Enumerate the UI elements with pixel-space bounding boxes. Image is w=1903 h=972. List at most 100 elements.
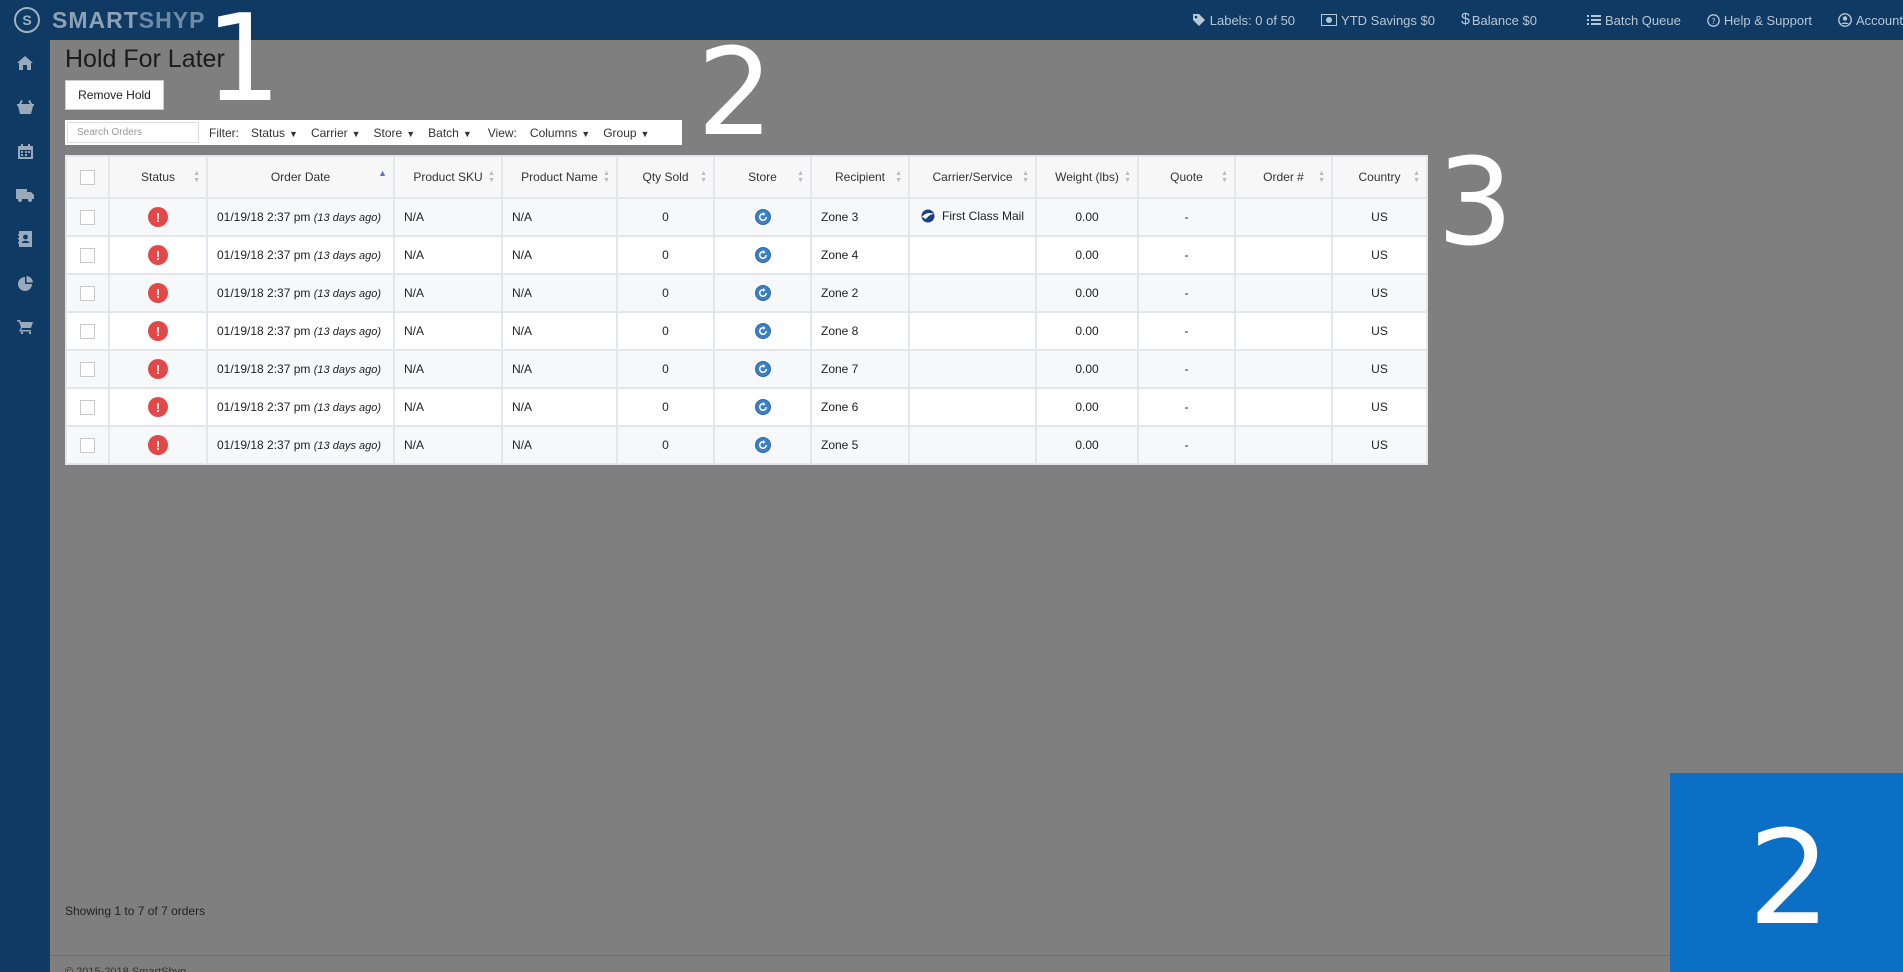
store-cell [713,387,812,427]
select-all-checkbox[interactable] [80,169,95,185]
product-sku-cell: N/A [393,273,503,313]
weight-cell: 0.00 [1035,311,1139,351]
nav-contacts[interactable] [0,217,50,261]
row-checkbox[interactable] [80,209,95,225]
table-row[interactable]: ! 01/19/18 2:37 pm (13 days ago) N/A N/A… [65,387,1428,427]
col-header[interactable]: Weight (lbs) ▲ ▼ [1035,155,1139,199]
row-checkbox[interactable] [80,399,95,415]
col-header[interactable]: Quote ▲ ▼ [1137,155,1236,199]
nav-hold[interactable] [0,129,50,173]
quote-cell: - [1137,387,1236,427]
row-select-cell [65,197,110,237]
view-group-dropdown[interactable]: Group ▼ [603,126,649,140]
recipient-cell: Zone 8 [810,311,910,351]
search-orders-input[interactable] [67,122,199,143]
user-circle-icon [1838,13,1852,27]
nav-shipments[interactable] [0,173,50,217]
table-row[interactable]: ! 01/19/18 2:37 pm (13 days ago) N/A N/A… [65,235,1428,275]
col-header[interactable]: Product Name ▲ ▼ [501,155,618,199]
sort-icon: ▲ ▼ [895,170,902,184]
store-cell [713,425,812,465]
country-cell: US [1331,235,1428,275]
help-support-link[interactable]: ? Help & Support [1706,13,1812,28]
status-cell: ! [108,235,208,275]
store-sync-icon [754,437,771,453]
app-logo[interactable]: S SMARTSHYP [14,6,205,34]
store-sync-icon [754,247,771,263]
recipient-cell: Zone 3 [810,197,910,237]
filter-store-dropdown[interactable]: Store ▼ [374,126,416,140]
batch-queue-link[interactable]: Batch Queue [1586,13,1681,28]
store-sync-icon [754,361,771,377]
carrier-service-cell [908,425,1037,465]
nav-reports[interactable] [0,261,50,305]
row-checkbox[interactable] [80,247,95,263]
filter-batch-dropdown[interactable]: Batch ▼ [428,126,472,140]
row-select-cell [65,349,110,389]
col-header[interactable]: Recipient ▲ ▼ [810,155,910,199]
remove-hold-button[interactable]: Remove Hold [65,80,164,110]
error-icon[interactable]: ! [148,207,168,227]
col-header[interactable]: Status ▲ ▼ [108,155,208,199]
order-date-cell: 01/19/18 2:37 pm (13 days ago) [206,197,395,237]
col-header[interactable]: Order # ▲ ▼ [1234,155,1333,199]
caret-down-icon: ▼ [406,128,416,139]
country-cell: US [1331,197,1428,237]
truck-icon [16,188,34,202]
product-sku-cell: N/A [393,387,503,427]
col-header[interactable]: Product SKU ▲ ▼ [393,155,503,199]
labels-link[interactable]: Labels: 0 of 50 [1192,13,1295,28]
table-row[interactable]: ! 01/19/18 2:37 pm (13 days ago) N/A N/A… [65,311,1428,351]
calendar-icon [17,143,33,159]
side-nav [0,40,50,972]
sort-icon: ▲ ▼ [488,170,495,184]
recipient-cell: Zone 6 [810,387,910,427]
table-row[interactable]: ! 01/19/18 2:37 pm (13 days ago) N/A N/A… [65,273,1428,313]
overlay-box-number: 2 [1748,802,1831,954]
order-number-cell [1234,311,1333,351]
caret-down-icon: ▼ [351,128,361,139]
table-row[interactable]: ! 01/19/18 2:37 pm (13 days ago) N/A N/A… [65,425,1428,465]
status-cell: ! [108,197,208,237]
error-icon[interactable]: ! [148,245,168,265]
order-number-cell [1234,273,1333,313]
error-icon[interactable]: ! [148,397,168,417]
caret-down-icon: ▼ [462,128,472,139]
table-row[interactable]: ! 01/19/18 2:37 pm (13 days ago) N/A N/A… [65,349,1428,389]
weight-cell: 0.00 [1035,387,1139,427]
nav-store[interactable] [0,305,50,349]
error-icon[interactable]: ! [148,283,168,303]
order-date-cell: 01/19/18 2:37 pm (13 days ago) [206,425,395,465]
weight-cell: 0.00 [1035,349,1139,389]
row-select-cell [65,425,110,465]
svg-text:?: ? [1711,17,1715,26]
view-columns-dropdown[interactable]: Columns ▼ [530,126,590,140]
balance-link[interactable]: $ Balance $0 [1461,11,1537,29]
nav-orders[interactable] [0,85,50,129]
quote-cell: - [1137,349,1236,389]
col-header[interactable]: Country ▲ ▼ [1331,155,1428,199]
row-checkbox[interactable] [80,285,95,301]
sort-icon: ▲ ▼ [1413,170,1420,184]
account-link[interactable]: Account [1838,13,1903,28]
country-cell: US [1331,311,1428,351]
error-icon[interactable]: ! [148,359,168,379]
product-name-cell: N/A [501,425,618,465]
col-header[interactable]: Order Date ▲ [206,155,395,199]
product-name-cell: N/A [501,235,618,275]
col-header[interactable]: Carrier/Service ▲ ▼ [908,155,1037,199]
money-icon [1321,14,1338,26]
product-sku-cell: N/A [393,197,503,237]
nav-home[interactable] [0,41,50,85]
row-checkbox[interactable] [80,323,95,339]
sort-icon: ▲ ▼ [700,170,707,184]
row-checkbox[interactable] [80,361,95,377]
error-icon[interactable]: ! [148,321,168,341]
product-sku-cell: N/A [393,425,503,465]
top-bar: S SMARTSHYP Labels: 0 of 50 YTD Savings … [0,0,1903,40]
filter-carrier-dropdown[interactable]: Carrier ▼ [311,126,361,140]
ytd-savings-link[interactable]: YTD Savings $0 [1321,13,1435,28]
table-row[interactable]: ! 01/19/18 2:37 pm (13 days ago) N/A N/A… [65,197,1428,237]
error-icon[interactable]: ! [148,435,168,455]
row-checkbox[interactable] [80,437,95,453]
